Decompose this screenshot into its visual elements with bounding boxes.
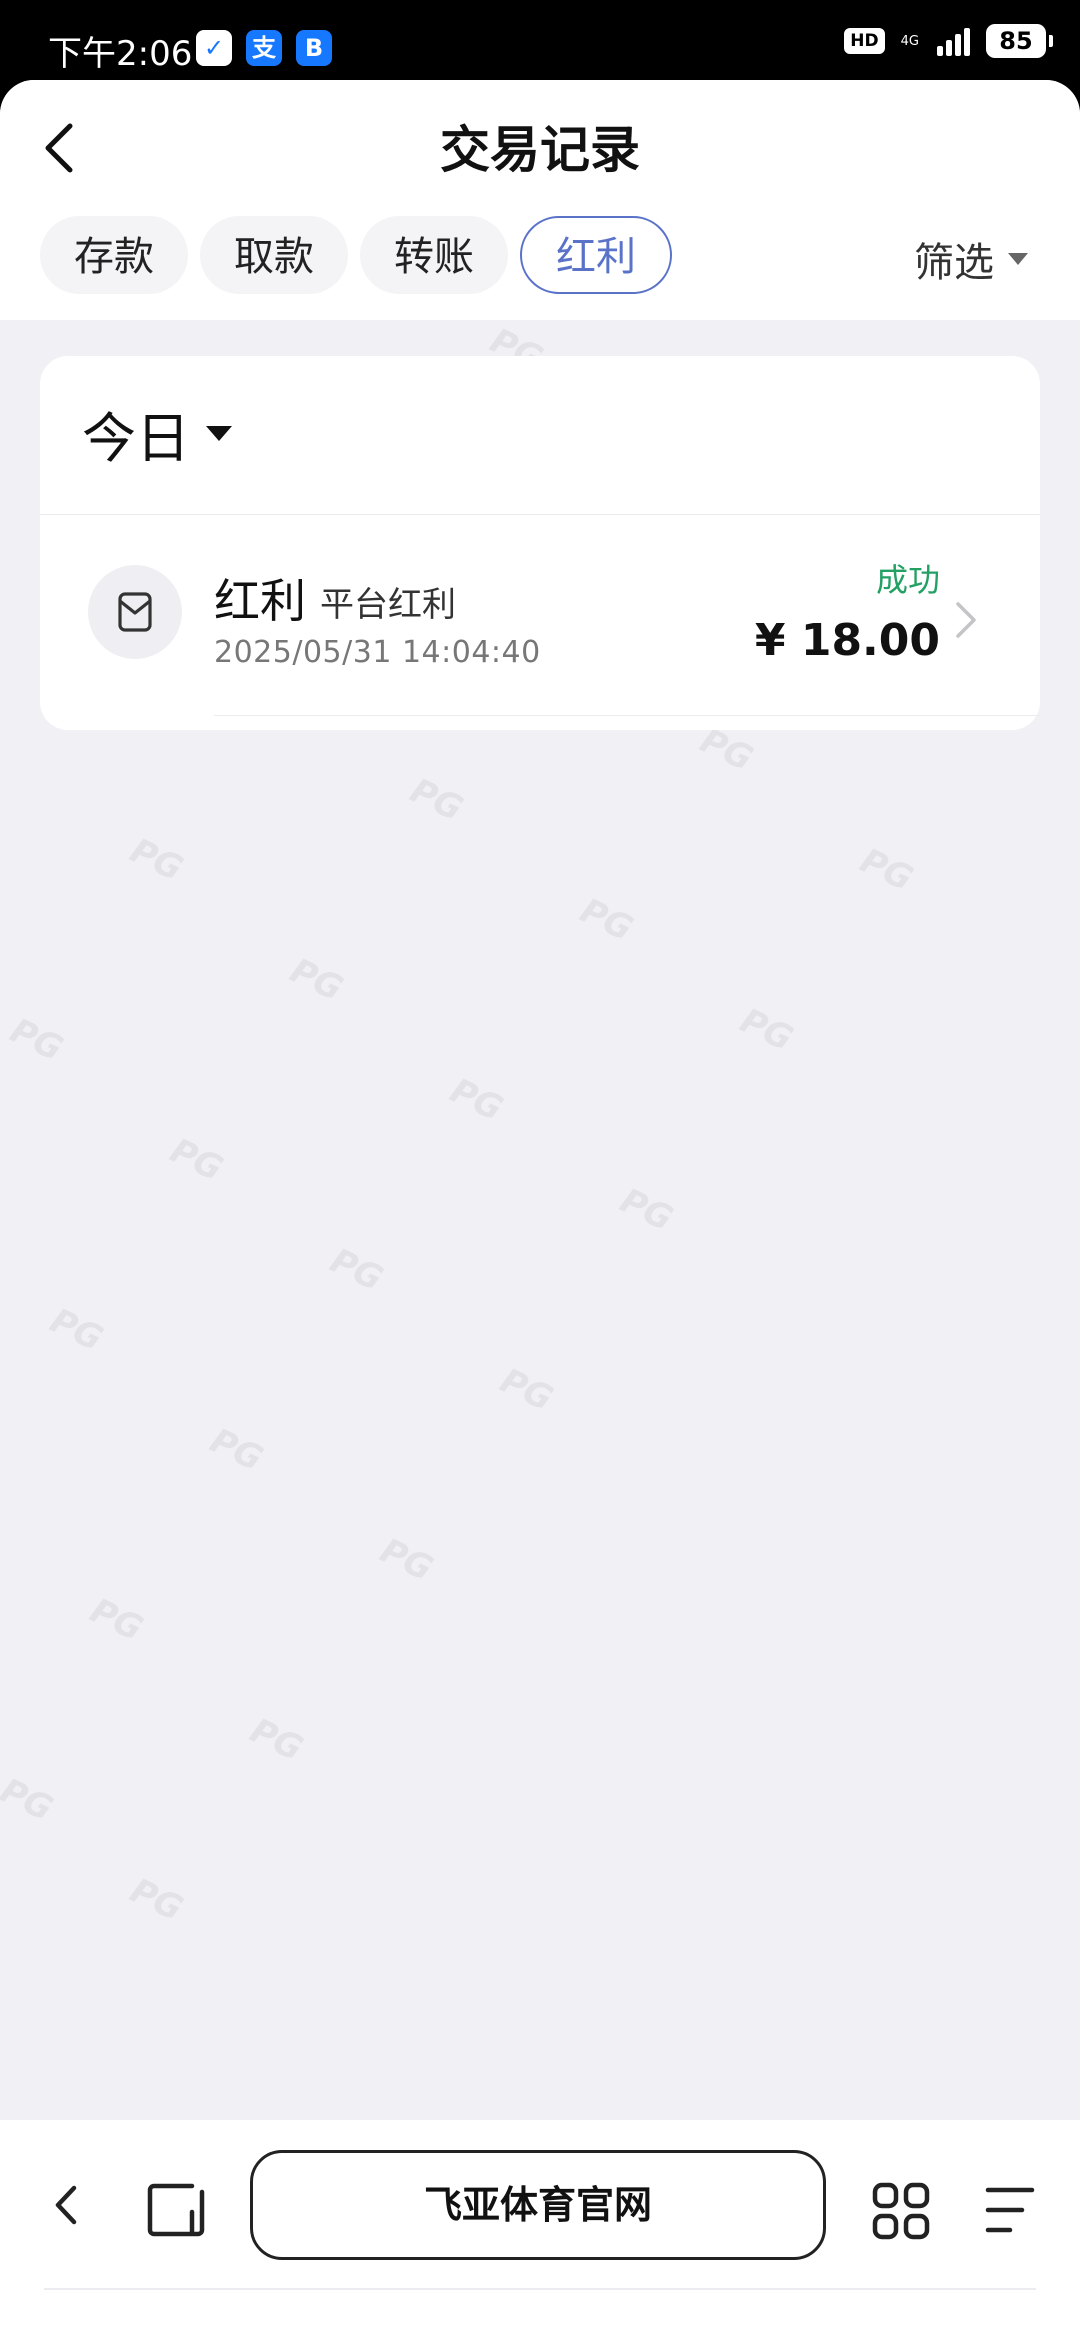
- type-tabs: 存款 取款 转账 红利: [40, 216, 672, 294]
- filter-button[interactable]: 筛选: [914, 230, 1028, 288]
- watermark-icon: PG: [84, 1590, 149, 1650]
- transaction-subtype: 平台红利: [320, 585, 456, 625]
- divider: [44, 2288, 1036, 2290]
- tab-deposit[interactable]: 存款: [40, 216, 188, 294]
- wechat-pay-icon: ✓: [196, 30, 232, 66]
- row-divider: [214, 715, 1040, 716]
- status-time: 下午2:06: [48, 34, 193, 74]
- watermark-icon: PG: [574, 890, 639, 950]
- period-label: 今日: [82, 407, 190, 470]
- watermark-icon: PG: [374, 1530, 439, 1590]
- caret-down-icon: [1008, 253, 1028, 265]
- transaction-datetime: 2025/05/31 14:04:40: [214, 635, 541, 670]
- signal-icon: [937, 26, 970, 56]
- transaction-type-icon: [88, 565, 182, 659]
- filter-label: 筛选: [914, 240, 994, 286]
- transaction-row[interactable]: 红利 平台红利 2025/05/31 14:04:40 成功 ¥ 18.00: [40, 515, 1040, 716]
- watermark-icon: PG: [0, 1770, 59, 1830]
- records-card: 今日 红利 平台红利 2025/05/31 14:04:40 成功 ¥ 18.0…: [40, 356, 1040, 730]
- transaction-amount: ¥ 18.00: [754, 615, 940, 666]
- tab-transfer[interactable]: 转账: [360, 216, 508, 294]
- app-sheet: PG PG PG PG PG PG PG PG PG PG PG PG PG P…: [0, 80, 1080, 2340]
- watermark-icon: PG: [124, 1870, 189, 1930]
- browser-menu-button[interactable]: [984, 2184, 1036, 2240]
- bilibili-icon: B: [296, 30, 332, 66]
- tabs-icon: [147, 2183, 205, 2237]
- status-indicators: HD 4G 85: [844, 24, 1053, 58]
- browser-apps-button[interactable]: [872, 2182, 930, 2244]
- page-title: 交易记录: [440, 121, 640, 179]
- status-badge: 成功: [875, 561, 940, 599]
- watermark-icon: PG: [44, 1300, 109, 1360]
- watermark-icon: PG: [444, 1070, 509, 1130]
- watermark-icon: PG: [324, 1240, 389, 1300]
- alipay-icon: 支: [246, 30, 282, 66]
- address-bar[interactable]: 飞亚体育官网: [250, 2150, 826, 2260]
- hd-badge: HD: [844, 28, 885, 54]
- menu-icon: [985, 2187, 1035, 2233]
- status-app-icons: ✓ 支 B: [196, 30, 332, 66]
- transaction-type: 红利: [214, 574, 306, 628]
- watermark-icon: PG: [854, 840, 919, 900]
- watermark-icon: PG: [164, 1130, 229, 1190]
- caret-down-icon: [206, 426, 232, 441]
- battery-level: 85: [999, 27, 1033, 55]
- chevron-right-icon: [956, 602, 976, 638]
- battery-icon: 85: [986, 24, 1053, 58]
- watermark-icon: PG: [614, 1180, 679, 1240]
- browser-toolbar: 飞亚体育官网: [0, 2120, 1080, 2340]
- envelope-bag-icon: [118, 592, 152, 632]
- chevron-left-icon: [55, 2185, 77, 2225]
- tab-bonus[interactable]: 红利: [520, 216, 672, 294]
- watermark-icon: PG: [4, 1010, 69, 1070]
- period-selector[interactable]: 今日: [82, 394, 232, 473]
- browser-back-button[interactable]: [46, 2180, 86, 2234]
- watermark-icon: PG: [734, 1000, 799, 1060]
- watermark-icon: PG: [494, 1360, 559, 1420]
- watermark-icon: PG: [244, 1710, 309, 1770]
- watermark-icon: PG: [404, 770, 469, 830]
- grid-icon: [872, 2182, 930, 2240]
- header: 交易记录 存款 取款 转账 红利 筛选: [0, 80, 1080, 320]
- tab-withdraw[interactable]: 取款: [200, 216, 348, 294]
- status-bar: 下午2:06 ✓ 支 B HD 4G 85: [0, 0, 1080, 80]
- browser-tabs-button[interactable]: [146, 2182, 206, 2242]
- watermark-icon: PG: [124, 830, 189, 890]
- watermark-icon: PG: [284, 950, 349, 1010]
- network-type: 4G: [900, 33, 919, 49]
- watermark-icon: PG: [204, 1420, 269, 1480]
